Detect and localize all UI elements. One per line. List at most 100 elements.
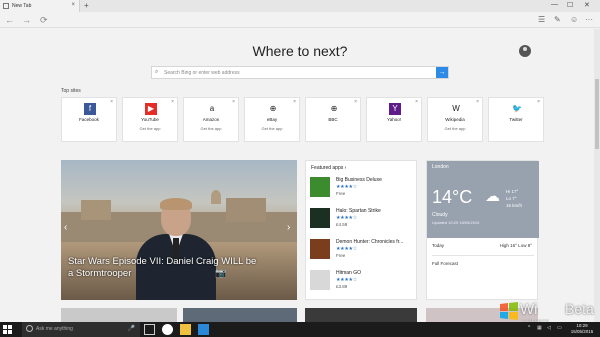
hero-next-button[interactable]: › <box>287 222 290 233</box>
tile-close-icon[interactable]: × <box>537 99 540 105</box>
weather-updated: Updated 10:29 15/05/2015 <box>432 220 480 225</box>
clock-date: 15/05/2015 <box>570 329 594 334</box>
refresh-button[interactable]: ⟳ <box>40 15 48 26</box>
app-name: Big Business Deluxe <box>336 177 382 183</box>
news-card-peek[interactable] <box>305 308 417 322</box>
tab-bar: New Tab × + — ☐ ✕ <box>0 0 600 12</box>
tab-new-tab[interactable]: New Tab × <box>0 0 80 12</box>
featured-apps-title[interactable]: Featured apps › <box>311 165 346 171</box>
volume-icon[interactable]: ◁ <box>547 325 551 331</box>
search-go-button[interactable]: → <box>436 67 448 78</box>
file-explorer-icon[interactable] <box>180 324 191 335</box>
page-icon <box>3 3 9 9</box>
divider <box>432 255 534 256</box>
notification-icon[interactable]: ▭ <box>557 325 562 331</box>
web-note-button[interactable]: ✎ <box>554 15 561 24</box>
forward-button[interactable]: → <box>22 15 31 25</box>
clock[interactable]: 10:29 15/05/2015 <box>566 323 598 335</box>
full-forecast-link[interactable]: Full Forecast <box>432 261 458 266</box>
app-rating: ★★★★☆ <box>336 277 357 283</box>
get-app-link[interactable]: Get the app <box>428 126 482 131</box>
cortana-search[interactable]: Ask me anything 🎤 <box>22 322 140 337</box>
tile-close-icon[interactable]: × <box>293 99 296 105</box>
scrollbar[interactable] <box>594 29 600 322</box>
tile-close-icon[interactable]: × <box>354 99 357 105</box>
tile-close-icon[interactable]: × <box>476 99 479 105</box>
top-site-tile[interactable]: × ▶ YouTube Get the app <box>122 97 178 142</box>
news-card-peek[interactable] <box>61 308 177 322</box>
top-site-tile[interactable]: × W Wikipedia Get the app <box>427 97 483 142</box>
app-rating: ★★★★☆ <box>336 246 357 252</box>
weather-header: London 14°C ☁ Hi 17° Lo 7° 16 km/h Cloud… <box>427 161 539 238</box>
new-tab-button[interactable]: + <box>84 1 89 10</box>
app-price: £4.59 <box>336 222 348 227</box>
globe-icon: ⊕ <box>267 103 279 115</box>
carousel-dots <box>148 290 208 294</box>
store-icon[interactable] <box>198 324 209 335</box>
tray-arrow-icon[interactable]: ^ <box>528 325 530 331</box>
featured-app-item[interactable]: Halo: Spartan Strike ★★★★☆ £4.59 <box>310 206 416 230</box>
top-site-tile[interactable]: × a Amazon Get the app <box>183 97 239 142</box>
hero-caption[interactable]: Star Wars Episode VII: Daniel Craig WILL… <box>68 256 258 280</box>
yahoo-icon: Y <box>389 103 401 115</box>
back-button[interactable]: ← <box>5 15 14 25</box>
browser-app-icon[interactable] <box>162 324 173 335</box>
watermark-beta: Beta <box>565 301 594 317</box>
scroll-thumb[interactable] <box>595 79 599 149</box>
weather-card[interactable]: London 14°C ☁ Hi 17° Lo 7° 16 km/h Cloud… <box>426 160 539 300</box>
get-app-link[interactable]: Get the app <box>245 126 299 131</box>
top-site-tile[interactable]: × f Facebook <box>61 97 117 142</box>
camera-icon: 📷 <box>215 268 227 278</box>
featured-apps-card: Featured apps › Big Business Deluxe ★★★★☆… <box>305 160 417 300</box>
app-name: Demon Hunter: Chronicles fr... <box>336 239 404 245</box>
new-tab-page: Where to next? ⌕ → Top sites ×fFacebook×… <box>0 29 594 322</box>
news-card-peek[interactable] <box>183 308 297 322</box>
demon-hunter-icon <box>310 239 330 259</box>
top-site-name: BBC <box>328 117 338 122</box>
cloud-icon: ☁ <box>485 188 500 205</box>
youtube-icon: ▶ <box>145 103 157 115</box>
taskbar: Ask me anything 🎤 ^ ▦ ◁ ▭ 10:29 15/05/20… <box>0 322 600 337</box>
avatar[interactable] <box>519 45 531 57</box>
minimize-button[interactable]: — <box>551 1 558 8</box>
weather-details: Hi 17° Lo 7° 16 km/h <box>506 188 522 209</box>
top-site-name: Yahoo! <box>387 117 401 122</box>
task-view-icon[interactable] <box>144 324 155 335</box>
tile-close-icon[interactable]: × <box>232 99 235 105</box>
hero-prev-button[interactable]: ‹ <box>64 222 67 233</box>
top-site-name: eBay <box>266 117 278 122</box>
featured-app-item[interactable]: Hitman GO ★★★★☆ £3.89 <box>310 268 416 292</box>
weather-condition: Cloudy <box>432 212 448 218</box>
tile-close-icon[interactable]: × <box>110 99 113 105</box>
get-app-link[interactable]: Get the app <box>184 126 238 131</box>
top-site-tile[interactable]: × 🐦 Twitter <box>488 97 544 142</box>
cortana-search-text: Ask me anything <box>36 326 73 332</box>
screen: New Tab × + — ☐ ✕ ← → ⟳ ☰ ✎ ☺ ··· Where … <box>0 0 600 337</box>
person-photo <box>136 198 216 300</box>
top-site-name: Facebook <box>79 117 99 122</box>
search-input[interactable] <box>164 68 434 78</box>
more-button[interactable]: ··· <box>585 15 593 24</box>
featured-app-item[interactable]: Demon Hunter: Chronicles fr... ★★★★☆ Free <box>310 237 416 261</box>
close-window-button[interactable]: ✕ <box>584 1 590 9</box>
microphone-icon[interactable]: 🎤 <box>128 325 135 332</box>
page-title: Where to next? <box>252 43 348 59</box>
get-app-link[interactable]: Get the app <box>123 126 177 131</box>
tile-close-icon[interactable]: × <box>415 99 418 105</box>
nav-bar: ← → ⟳ ☰ ✎ ☺ ··· <box>0 12 600 28</box>
close-tab-icon[interactable]: × <box>71 2 75 8</box>
feedback-button[interactable]: ☺ <box>570 15 578 24</box>
hero-news-card[interactable]: ‹ › Star Wars Episode VII: Daniel Craig … <box>61 160 297 300</box>
tile-close-icon[interactable]: × <box>171 99 174 105</box>
reading-list-button[interactable]: ☰ <box>538 15 545 24</box>
featured-app-item[interactable]: Big Business Deluxe ★★★★☆ Free <box>310 175 416 199</box>
top-site-name: YouTube <box>141 117 159 122</box>
top-site-tile[interactable]: × ⊕ BBC <box>305 97 361 142</box>
start-button[interactable] <box>3 325 12 334</box>
top-site-tile[interactable]: × Y Yahoo! <box>366 97 422 142</box>
maximize-button[interactable]: ☐ <box>567 1 573 9</box>
network-icon[interactable]: ▦ <box>537 325 542 331</box>
today-value: High 16° Low 8° <box>499 243 532 248</box>
top-site-tile[interactable]: × ⊕ eBay Get the app <box>244 97 300 142</box>
weather-detail: Hi 17° <box>506 189 519 194</box>
